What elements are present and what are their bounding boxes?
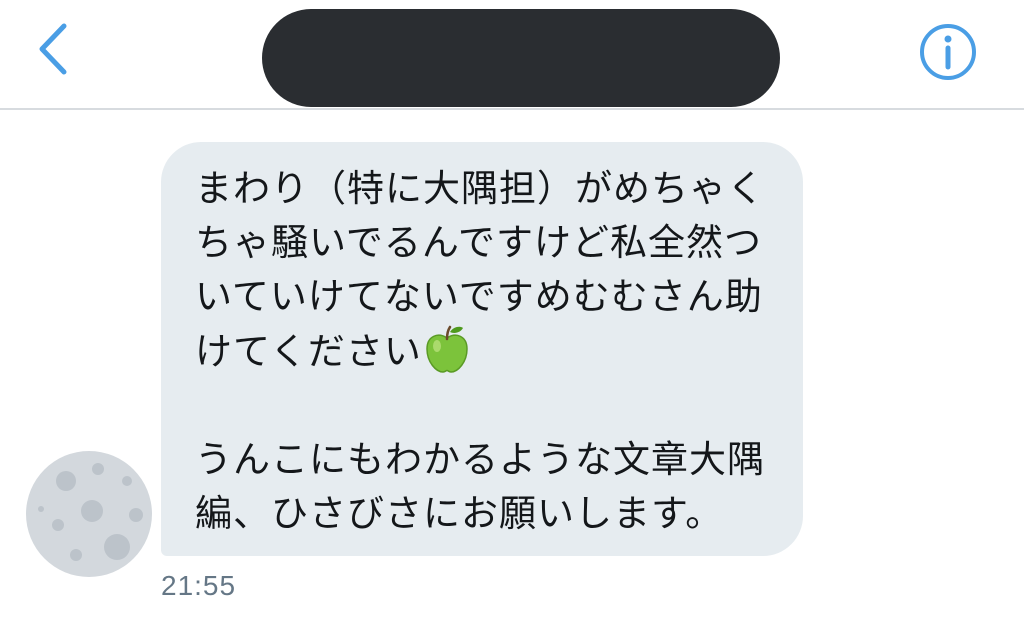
message-timestamp: 21:55 — [161, 570, 237, 601]
conversation-header — [0, 0, 1024, 110]
message-bubble[interactable]: まわり（特に大隅担）がめちゃく ちゃ騒いでるんですけど私全然つ いていけてないで… — [161, 142, 803, 556]
info-circle-icon — [920, 24, 976, 80]
moon-avatar-icon — [26, 451, 152, 577]
chevron-left-icon — [39, 23, 67, 75]
message-text: まわり（特に大隅担）がめちゃく ちゃ騒いでるんですけど私全然つ いていけてないで… — [195, 162, 773, 541]
message-line: けてください — [195, 330, 422, 373]
dm-conversation-screen: まわり（特に大隅担）がめちゃく ちゃ騒いでるんですけど私全然つ いていけてないで… — [0, 0, 1024, 617]
sender-avatar[interactable] — [26, 451, 152, 577]
message-line: うんこにもわかるような文章大隅 — [195, 438, 765, 481]
message-line: 編、ひさびさにお願いします。 — [195, 492, 724, 535]
conversation-info-button[interactable] — [918, 22, 978, 82]
message-line: いていけてないですめむむさん助 — [195, 275, 763, 318]
redacted-conversation-title — [262, 9, 780, 107]
message-line: まわり（特に大隅担）がめちゃく — [195, 167, 765, 210]
green-apple-icon — [426, 325, 468, 373]
message-line: ちゃ騒いでるんですけど私全然つ — [195, 221, 763, 264]
back-button[interactable] — [28, 18, 80, 80]
